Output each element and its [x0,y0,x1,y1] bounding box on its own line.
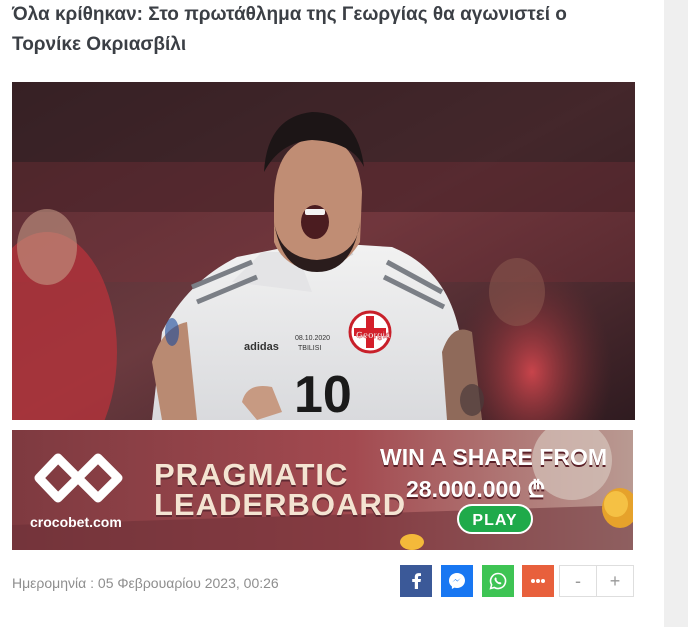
share-facebook-button[interactable] [400,565,432,597]
share-whatsapp-button[interactable] [482,565,514,597]
hero-shirt-number: 10 [294,366,352,420]
date-label: Ημερομηνία : [12,575,95,591]
font-size-increase-button[interactable]: + [596,565,634,597]
hero-shirt-city: TBILISI [298,345,321,352]
banner-title: PRAGMATIC LEADERBOARD [154,457,407,522]
banner-play-button[interactable]: PLAY [457,504,533,534]
more-icon [531,579,545,583]
hero-shirt-date: 08.10.2020 [295,335,330,342]
date-value: 05 Φεβρουαρίου 2023, 00:26 [97,575,279,591]
banner-amount: 28.000.000 ₾ [406,476,546,502]
banner-title-line2: LEADERBOARD [154,487,407,522]
crocobet-banner-ad[interactable]: crocobet.com PRAGMATIC LEADERBOARD WIN A… [12,430,633,550]
share-messenger-button[interactable] [441,565,473,597]
whatsapp-icon [489,572,507,590]
facebook-icon [412,573,421,589]
banner-title-line1: PRAGMATIC [154,457,349,492]
share-more-button[interactable] [522,565,554,597]
article-headline: Όλα κρίθηκαν: Στο πρωτάθλημα της Γεωργία… [12,4,567,55]
hero-shirt-country: Georgia [356,330,391,340]
banner-brand: crocobet.com [30,514,122,530]
article-date: Ημερομηνία : 05 Φεβρουαρίου 2023, 00:26 [12,575,279,591]
messenger-icon [449,573,465,589]
banner-win-line: WIN A SHARE FROM [380,444,608,470]
hero-shirt-brand: adidas [244,341,279,353]
article-hero-image[interactable]: Georgia 08.10.2020 TBILISI adidas 10 [12,82,635,420]
page-gutter [664,0,688,627]
font-size-decrease-button[interactable]: - [559,565,597,597]
